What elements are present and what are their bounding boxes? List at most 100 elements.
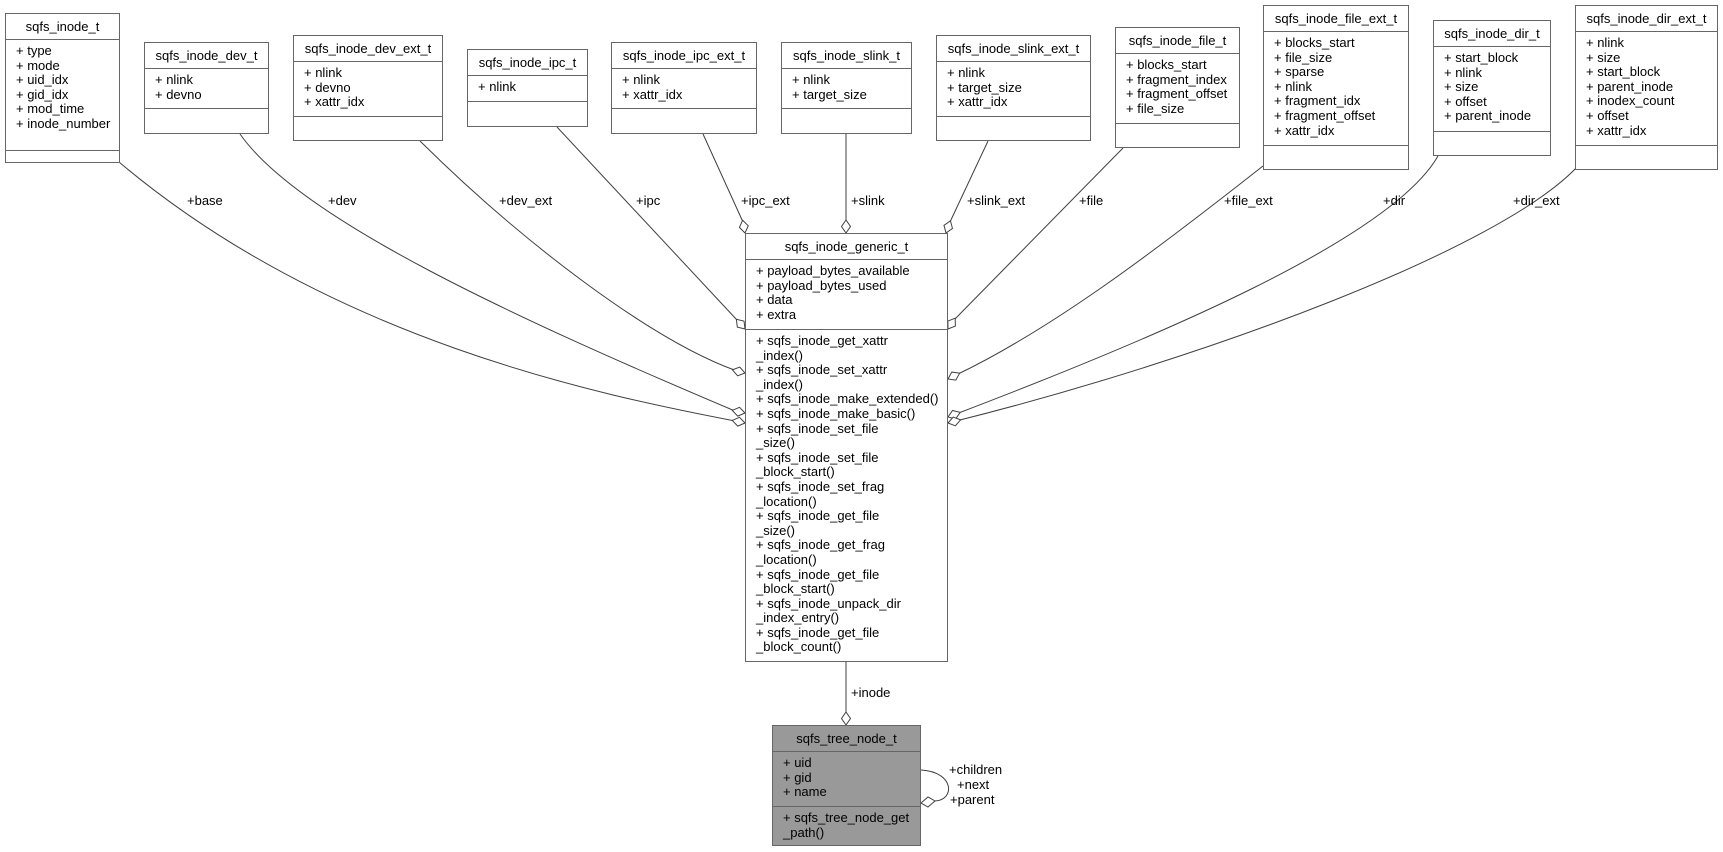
attribute: + fragment_offset	[1126, 86, 1228, 102]
attributes-section: + start_block + nlink + size + offset + …	[1434, 47, 1550, 132]
method: _path()	[783, 824, 825, 840]
attribute: + payload_bytes_available	[756, 263, 910, 278]
attribute: + gid	[783, 769, 812, 785]
attribute: + blocks_start	[1126, 57, 1207, 72]
edge-label-next: +next	[957, 777, 990, 792]
class-title: sqfs_inode_dev_t	[145, 43, 268, 69]
attribute: + nlink	[1444, 64, 1482, 80]
edge-ipc	[556, 126, 738, 321]
method: + sqfs_inode_get_xattr	[756, 333, 888, 348]
class-title: sqfs_inode_t	[6, 14, 119, 40]
method: + sqfs_inode_get_frag	[756, 537, 886, 553]
class-title: sqfs_inode_generic_t	[746, 234, 947, 260]
attribute: + target_size	[947, 79, 1022, 95]
attributes-section: + type + mode + uid_idx + gid_idx + mod_…	[6, 40, 119, 151]
attributes-section: + blocks_start + file_size + sparse + nl…	[1264, 32, 1408, 146]
class-box-sqfs-inode-file-ext-t[interactable]: sqfs_inode_file_ext_t + blocks_start + f…	[1263, 5, 1409, 170]
class-title: sqfs_inode_dev_ext_t	[294, 36, 442, 62]
attribute: + fragment_offset	[1274, 107, 1376, 123]
method: _block_start()	[756, 581, 835, 597]
edge-file-aggregation-diamond-icon	[947, 317, 956, 330]
class-title: sqfs_inode_dir_t	[1434, 21, 1550, 47]
class-box-sqfs-inode-dev-t[interactable]: sqfs_inode_dev_t + nlink + devno	[144, 42, 269, 134]
methods-section: + sqfs_tree_node_get _path()	[773, 807, 920, 846]
class-title: sqfs_inode_file_ext_t	[1264, 6, 1408, 32]
class-box-sqfs-tree-node-t[interactable]: sqfs_tree_node_t + uid + gid + name + sq…	[772, 725, 921, 846]
edge-label-slink-ext: +slink_ext	[967, 193, 1026, 208]
class-box-sqfs-inode-ipc-ext-t[interactable]: sqfs_inode_ipc_ext_t + nlink + xattr_idx	[611, 42, 757, 134]
method: _index()	[756, 376, 803, 392]
edge-ipc-ext-aggregation-diamond-icon	[738, 219, 749, 234]
attributes-section: + blocks_start + fragment_index + fragme…	[1116, 54, 1239, 124]
method: + sqfs_inode_set_file	[756, 449, 879, 465]
method: + sqfs_inode_get_file	[756, 566, 880, 582]
attribute: + devno	[304, 79, 351, 95]
attribute: + gid_idx	[16, 86, 69, 102]
method: _size()	[756, 522, 796, 538]
edge-label-base: +base	[187, 193, 223, 208]
class-box-sqfs-inode-generic-t[interactable]: sqfs_inode_generic_t + payload_bytes_ava…	[745, 233, 948, 662]
attributes-section: + payload_bytes_available + payload_byte…	[746, 260, 947, 330]
methods-section	[1434, 132, 1550, 156]
method: + sqfs_inode_set_frag	[756, 478, 885, 494]
attribute: + xattr_idx	[622, 86, 683, 102]
edge-dev	[239, 133, 736, 412]
attribute: + nlink	[155, 72, 193, 87]
attributes-section: + uid + gid + name	[773, 752, 920, 807]
attribute: + size	[1586, 49, 1621, 65]
edge-slink-aggregation-diamond-icon	[840, 219, 852, 234]
edge-file	[953, 147, 1124, 321]
class-box-sqfs-inode-dir-t[interactable]: sqfs_inode_dir_t + start_block + nlink +…	[1433, 20, 1551, 156]
edge-label-file-ext: +file_ext	[1224, 193, 1273, 208]
method: _index()	[756, 347, 803, 363]
edge-label-inode: +inode	[851, 685, 891, 700]
class-title: sqfs_tree_node_t	[773, 726, 920, 752]
attribute: + extra	[756, 306, 797, 322]
edge-base-aggregation-diamond-icon	[731, 416, 746, 427]
methods-section	[6, 151, 119, 175]
methods-section	[1576, 146, 1717, 170]
class-box-sqfs-inode-ipc-t[interactable]: sqfs_inode_ipc_t + nlink	[467, 49, 588, 127]
edge-ipc-aggregation-diamond-icon	[735, 318, 746, 330]
edge-label-file: +file	[1079, 193, 1104, 208]
class-title: sqfs_inode_slink_ext_t	[937, 36, 1090, 62]
edge-label-ipc: +ipc	[636, 193, 661, 208]
method: _location()	[756, 493, 817, 509]
class-box-sqfs-inode-dev-ext-t[interactable]: sqfs_inode_dev_ext_t + nlink + devno + x…	[293, 35, 443, 141]
class-box-sqfs-inode-file-t[interactable]: sqfs_inode_file_t + blocks_start + fragm…	[1115, 27, 1240, 148]
attributes-section: + nlink + target_size + xattr_idx	[937, 62, 1090, 117]
edge-ipc-ext	[702, 133, 744, 223]
attribute: + file_size	[1274, 49, 1333, 65]
method: + sqfs_inode_set_xattr	[756, 362, 888, 378]
attribute: + name	[783, 784, 827, 800]
method: _block_count()	[756, 639, 842, 655]
class-box-sqfs-inode-dir-ext-t[interactable]: sqfs_inode_dir_ext_t + nlink + size + st…	[1575, 5, 1718, 170]
methods-section	[612, 109, 756, 133]
method: _size()	[756, 435, 796, 451]
edge-inode-aggregation-diamond-icon	[840, 711, 852, 726]
class-title: sqfs_inode_dir_ext_t	[1576, 6, 1717, 32]
attribute: + nlink	[1586, 35, 1624, 50]
edge-label-dir: +dir	[1383, 193, 1406, 208]
method: _location()	[756, 551, 817, 567]
attribute: + start_block	[1586, 64, 1661, 80]
attribute: + parent_inode	[1444, 108, 1532, 124]
edge-slink-ext	[949, 140, 989, 223]
class-title: sqfs_inode_file_t	[1116, 28, 1239, 54]
edge-label-dev-ext: +dev_ext	[499, 193, 553, 208]
class-box-sqfs-inode-t[interactable]: sqfs_inode_t + type + mode + uid_idx + g…	[5, 13, 120, 163]
attribute: + inode_number	[16, 115, 111, 131]
class-title: sqfs_inode_ipc_ext_t	[612, 43, 756, 69]
class-title: sqfs_inode_ipc_t	[468, 50, 587, 76]
attributes-section: + nlink + xattr_idx	[612, 69, 756, 109]
methods-section	[1116, 124, 1239, 148]
attribute: + devno	[155, 86, 202, 102]
attribute: + uid_idx	[16, 72, 69, 88]
method: + sqfs_inode_make_basic()	[756, 405, 916, 421]
edge-label-ipc-ext: +ipc_ext	[741, 193, 790, 208]
methods-section: + sqfs_inode_get_xattr _index() + sqfs_i…	[746, 330, 947, 661]
attribute: + nlink	[1274, 78, 1312, 94]
edge-label-dir-ext: +dir_ext	[1513, 193, 1560, 208]
class-box-sqfs-inode-slink-ext-t[interactable]: sqfs_inode_slink_ext_t + nlink + target_…	[936, 35, 1091, 141]
class-box-sqfs-inode-slink-t[interactable]: sqfs_inode_slink_t + nlink + target_size	[781, 42, 912, 134]
